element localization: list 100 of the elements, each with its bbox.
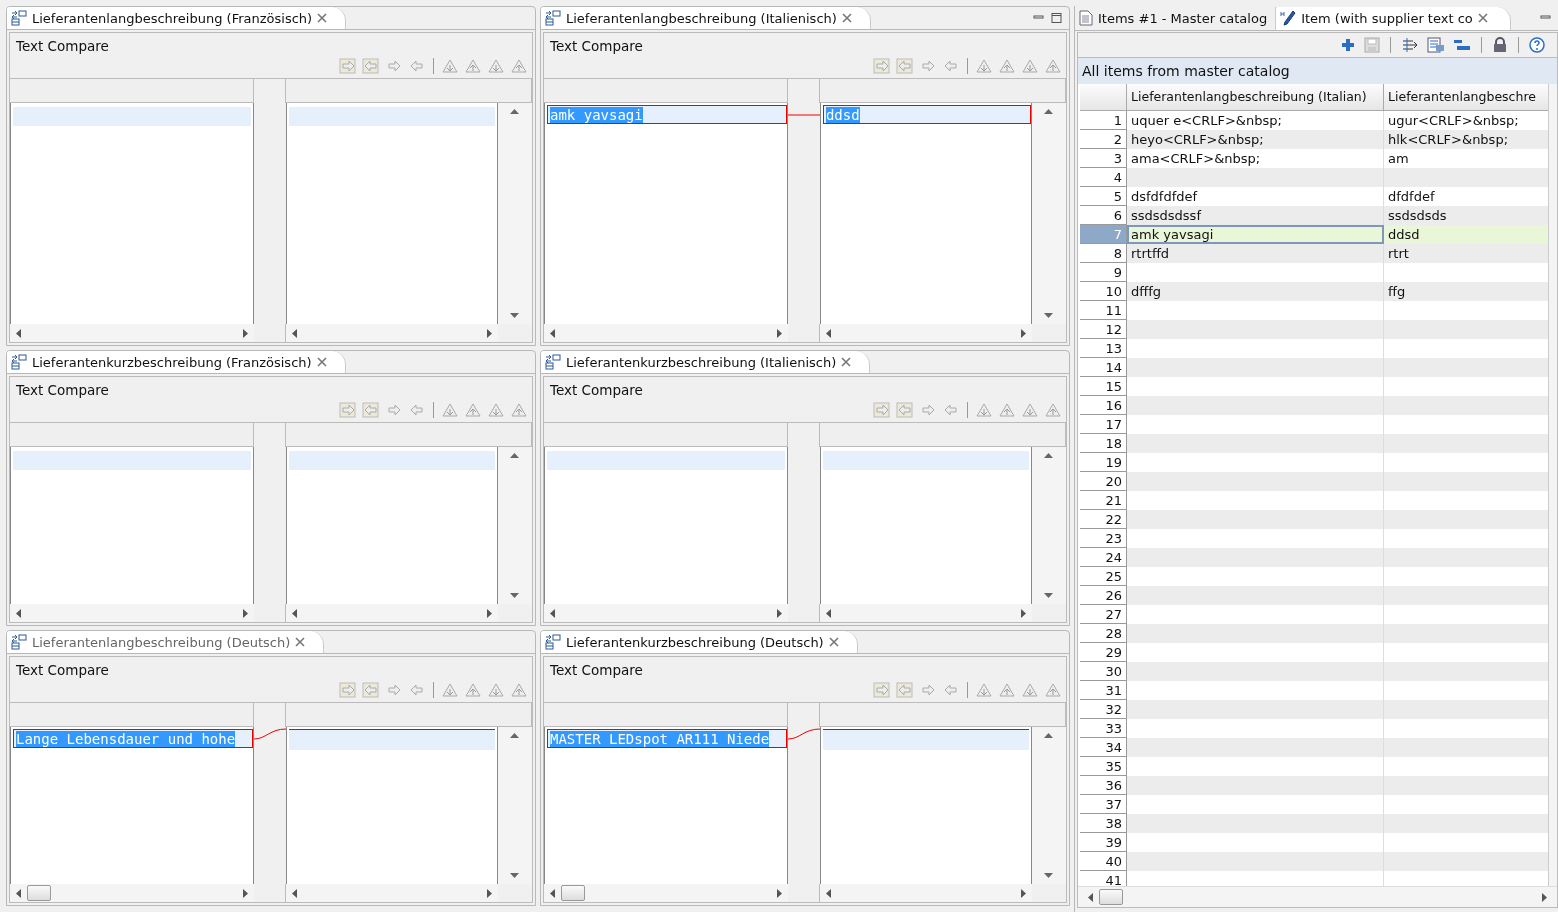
triangle-icon[interactable] — [510, 58, 528, 74]
scroll-left-icon[interactable] — [291, 328, 297, 338]
scroll-up-icon[interactable] — [1044, 733, 1054, 738]
list-icon[interactable] — [1427, 37, 1445, 53]
editor-tab[interactable]: Lieferantenlangbeschreibung (Französisch) — [7, 7, 347, 29]
scroll-right-icon[interactable] — [1021, 328, 1026, 338]
arrow-left-icon[interactable] — [942, 58, 960, 74]
triangle-icon[interactable] — [510, 682, 528, 698]
scroll-right-icon[interactable] — [1021, 608, 1026, 618]
scroll-down-icon[interactable] — [510, 313, 520, 318]
scroll-right-icon[interactable] — [242, 888, 248, 898]
vertical-scrollbar[interactable] — [1032, 103, 1066, 324]
scroll-right-icon[interactable] — [1542, 892, 1547, 902]
arrow-left-icon[interactable] — [362, 682, 380, 698]
triangle-icon[interactable] — [441, 402, 459, 418]
triangle-icon[interactable] — [464, 58, 482, 74]
triangle-icon[interactable] — [975, 58, 993, 74]
arrow-left-icon[interactable] — [942, 402, 960, 418]
horizontal-scrollbar[interactable] — [285, 604, 498, 622]
arrow-left-icon[interactable] — [896, 682, 914, 698]
scroll-right-icon[interactable] — [242, 328, 248, 338]
horizontal-scrollbar[interactable] — [10, 324, 254, 342]
arrow-left-icon[interactable] — [942, 682, 960, 698]
help-icon[interactable] — [1529, 37, 1545, 53]
arrow-left-icon[interactable] — [896, 58, 914, 74]
close-icon[interactable] — [841, 357, 852, 367]
triangle-icon[interactable] — [975, 682, 993, 698]
arrow-left-icon[interactable] — [362, 58, 380, 74]
scroll-right-icon[interactable] — [776, 888, 782, 898]
column-header[interactable]: Lieferantenlangbeschreibung (Italian) — [1127, 84, 1384, 110]
scroll-right-icon[interactable] — [487, 328, 492, 338]
close-icon[interactable] — [316, 357, 327, 367]
scroll-right-icon[interactable] — [487, 608, 492, 618]
triangle-icon[interactable] — [441, 58, 459, 74]
scroll-left-icon[interactable] — [1088, 892, 1093, 902]
horizontal-scrollbar[interactable] — [819, 884, 1032, 902]
scroll-left-icon[interactable] — [550, 888, 555, 898]
triangle-icon[interactable] — [487, 58, 505, 74]
scroll-left-icon[interactable] — [550, 328, 555, 338]
close-icon[interactable] — [295, 637, 306, 647]
close-icon[interactable] — [317, 13, 328, 23]
scroll-down-icon[interactable] — [1044, 313, 1054, 318]
triangle-icon[interactable] — [1021, 402, 1039, 418]
editor-tab[interactable]: Lieferantenkurzbeschreibung (Französisch) — [7, 351, 346, 373]
scroll-left-icon[interactable] — [291, 608, 297, 618]
horizontal-scrollbar[interactable] — [285, 884, 498, 902]
horizontal-scrollbar[interactable] — [544, 324, 788, 342]
scroll-left-icon[interactable] — [550, 608, 555, 618]
scroll-up-icon[interactable] — [1044, 109, 1054, 114]
vertical-scrollbar[interactable] — [1032, 447, 1066, 604]
triangle-icon[interactable] — [487, 682, 505, 698]
arrow-right-icon[interactable] — [339, 682, 357, 698]
vertical-scrollbar[interactable] — [1548, 84, 1557, 886]
triangle-icon[interactable] — [510, 402, 528, 418]
editor-tab[interactable]: Lieferantenlangbeschreibung (Deutsch) — [7, 631, 325, 653]
arrows-icon[interactable] — [1401, 37, 1419, 53]
triangle-icon[interactable] — [441, 682, 459, 698]
horizontal-scrollbar[interactable] — [10, 604, 254, 622]
vertical-scrollbar[interactable] — [1032, 727, 1066, 884]
scroll-left-icon[interactable] — [16, 608, 21, 618]
triangle-icon[interactable] — [998, 682, 1016, 698]
triangle-icon[interactable] — [1021, 682, 1039, 698]
scroll-left-icon[interactable] — [291, 888, 297, 898]
arrow-right-icon[interactable] — [385, 58, 403, 74]
triangle-icon[interactable] — [464, 402, 482, 418]
arrow-right-icon[interactable] — [339, 58, 357, 74]
arrow-right-icon[interactable] — [919, 58, 937, 74]
arrow-right-icon[interactable] — [385, 402, 403, 418]
scroll-thumb[interactable] — [27, 885, 51, 901]
horizontal-scrollbar[interactable] — [10, 884, 254, 902]
vertical-scrollbar[interactable] — [498, 447, 532, 604]
close-icon[interactable] — [1477, 13, 1488, 23]
triangle-icon[interactable] — [998, 402, 1016, 418]
save-icon[interactable] — [1364, 37, 1380, 53]
scroll-left-icon[interactable] — [825, 888, 831, 898]
arrow-right-icon[interactable] — [873, 402, 891, 418]
scroll-up-icon[interactable] — [510, 109, 520, 114]
triangle-icon[interactable] — [998, 58, 1016, 74]
arrow-right-icon[interactable] — [873, 682, 891, 698]
arrow-right-icon[interactable] — [873, 58, 891, 74]
scroll-thumb[interactable] — [1099, 889, 1123, 905]
scroll-right-icon[interactable] — [487, 888, 492, 898]
scroll-right-icon[interactable] — [1021, 888, 1026, 898]
horizontal-scrollbar[interactable] — [285, 324, 498, 342]
scroll-left-icon[interactable] — [16, 888, 21, 898]
arrow-left-icon[interactable] — [408, 402, 426, 418]
arrow-right-icon[interactable] — [339, 402, 357, 418]
arrow-left-icon[interactable] — [362, 402, 380, 418]
arrow-left-icon[interactable] — [408, 682, 426, 698]
triangle-icon[interactable] — [1044, 58, 1062, 74]
column-header[interactable]: Lieferantenlangbeschre — [1384, 84, 1548, 110]
triangle-icon[interactable] — [1044, 682, 1062, 698]
editor-tab[interactable]: Item (with supplier text co — [1276, 6, 1511, 30]
horizontal-scrollbar[interactable] — [819, 324, 1032, 342]
plus-icon[interactable] — [1340, 37, 1356, 53]
collapse-icon[interactable] — [1453, 37, 1471, 53]
scroll-right-icon[interactable] — [776, 328, 782, 338]
vertical-scrollbar[interactable] — [498, 103, 532, 324]
scroll-down-icon[interactable] — [510, 873, 520, 878]
editor-tab[interactable]: Lieferantenlangbeschreibung (Italienisch) — [541, 7, 871, 29]
